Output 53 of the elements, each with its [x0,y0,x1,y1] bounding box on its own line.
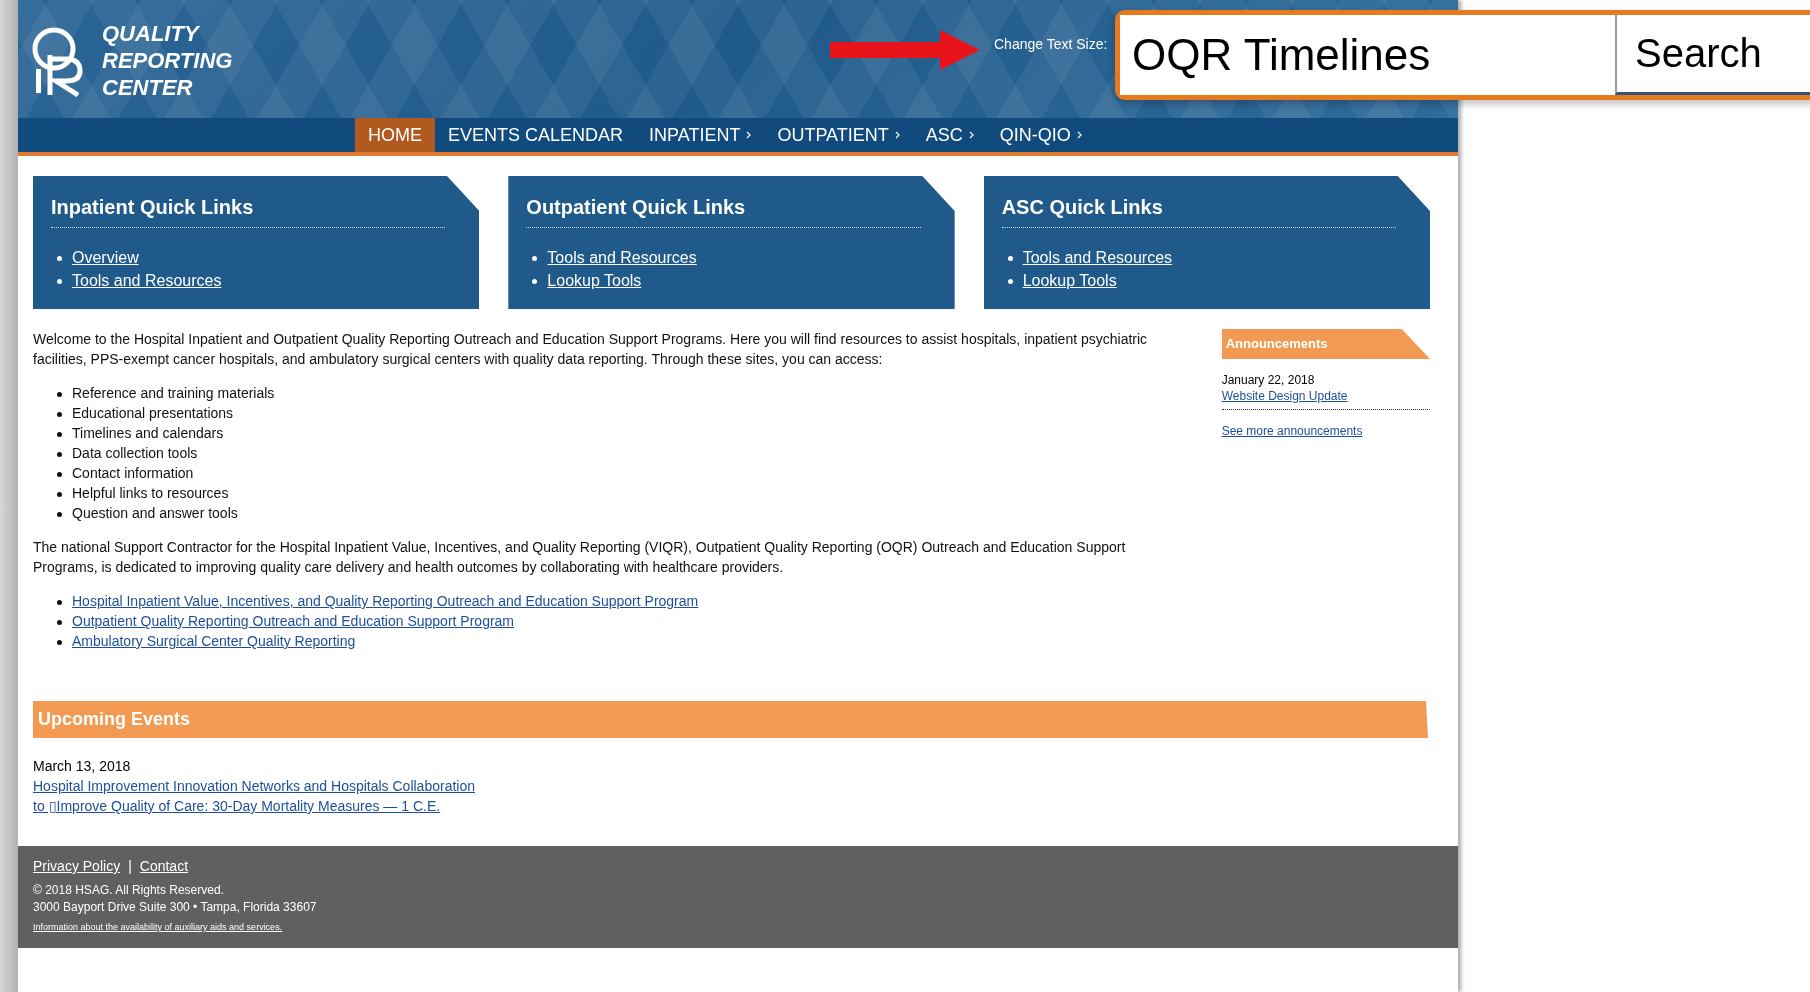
card-title: Outpatient Quick Links [526,196,921,228]
nav-item[interactable]: INPATIENT [636,118,765,152]
access-item: Timelines and calendars [57,423,1194,443]
intro-paragraph: Welcome to the Hospital Inpatient and Outpatient Quality Reporting Outreach and Education Support Programs. Here you will find resources to assist hospitals, inpatient psychiatric facilities, PPS-exempt cancer hospitals, and ambulatory surgical centers with quality data reporting. Through these sites, you can access: [33,330,1149,369]
text-size-label: Change Text Size: [994,36,1108,52]
event-link[interactable]: to ▯Improve Quality of Care: 30-Day Mortality Measures — 1 C.E. [33,796,441,816]
footer-link[interactable]: Contact [139,858,189,874]
program-link[interactable]: Hospital Inpatient Value, Incentives, and Quality Reporting Outreach and Education Support Program [72,593,699,609]
brand-name: CENTER [102,74,194,101]
caret-icon [1076,131,1082,139]
announcement-date: January 22, 2018 [1221,373,1316,387]
event-date: March 13, 2018 [33,757,131,776]
quick-link[interactable]: Lookup Tools [1022,272,1117,289]
quick-link[interactable]: Lookup Tools [547,272,642,289]
nav-item[interactable]: OUTPATIENT [764,118,913,152]
nav-item[interactable]: EVENTS CALENDAR [435,118,637,152]
card-title: Inpatient Quick Links [51,196,446,228]
search-bar[interactable]: OQR Timelines Search [1115,10,1810,100]
brand-name: REPORTING [102,47,233,74]
arrow-icon [830,30,980,70]
program-link[interactable]: Ambulatory Surgical Center Quality Reporting [72,633,356,649]
nav-item[interactable]: QIN-QIO [986,118,1095,152]
access-item: Question and answer tools [57,503,1194,523]
caret-icon [894,131,900,139]
footer-text: © 2018 HSAG. All Rights Reserved. [33,882,225,899]
footer-text: 3000 Bayport Drive Suite 300 • Tampa, Florida 33607 [33,899,318,916]
access-item: Helpful links to resources [57,483,1194,503]
quick-link[interactable]: Tools and Resources [1022,249,1173,266]
program-link[interactable]: Outpatient Quality Reporting Outreach and Education Support Program [72,613,515,629]
quick-link[interactable]: Tools and Resources [547,249,697,266]
nav-item[interactable]: HOME [355,118,435,152]
brand-name: QUALITY [102,20,201,47]
link-separator: | [128,858,132,874]
caret-icon [968,131,974,139]
caret-icon [746,131,752,139]
access-item: Educational presentations [57,403,1194,423]
announcement-link[interactable]: Website Design Update [1221,389,1430,403]
card-title: ASC Quick Links [1001,196,1396,228]
event-link[interactable]: Hospital Improvement Innovation Networks and Hospitals Collaboration [33,776,475,796]
accessibility-link[interactable]: Information about the availability of auxiliary aids and services. [33,922,283,932]
events-header: Upcoming Events [33,701,1428,738]
contractor-paragraph: The national Support Contractor for the Hospital Inpatient Value, Incentives, and Quality Reporting (VIQR), Outpatient Quality Reporting (OQR) Outreach and Education Support Programs, is dedicated to improving quality care delivery and health outcomes by collaborating with healthcare providers. [33,538,1127,577]
more-announcements-link[interactable]: See more announcements [1221,424,1363,438]
nav-item[interactable]: ASC [912,118,987,152]
access-item: Reference and training materials [57,383,1194,403]
footer-link[interactable]: Privacy Policy [33,858,121,874]
search-button[interactable]: Search [1615,15,1810,95]
access-item: Data collection tools [57,443,1194,463]
access-item: Contact information [57,463,1194,483]
announcements-header: Announcements [1221,329,1430,359]
quick-link[interactable]: Overview [72,249,139,266]
search-field[interactable]: OQR Timelines [1120,15,1615,95]
quick-link[interactable]: Tools and Resources [72,272,222,289]
